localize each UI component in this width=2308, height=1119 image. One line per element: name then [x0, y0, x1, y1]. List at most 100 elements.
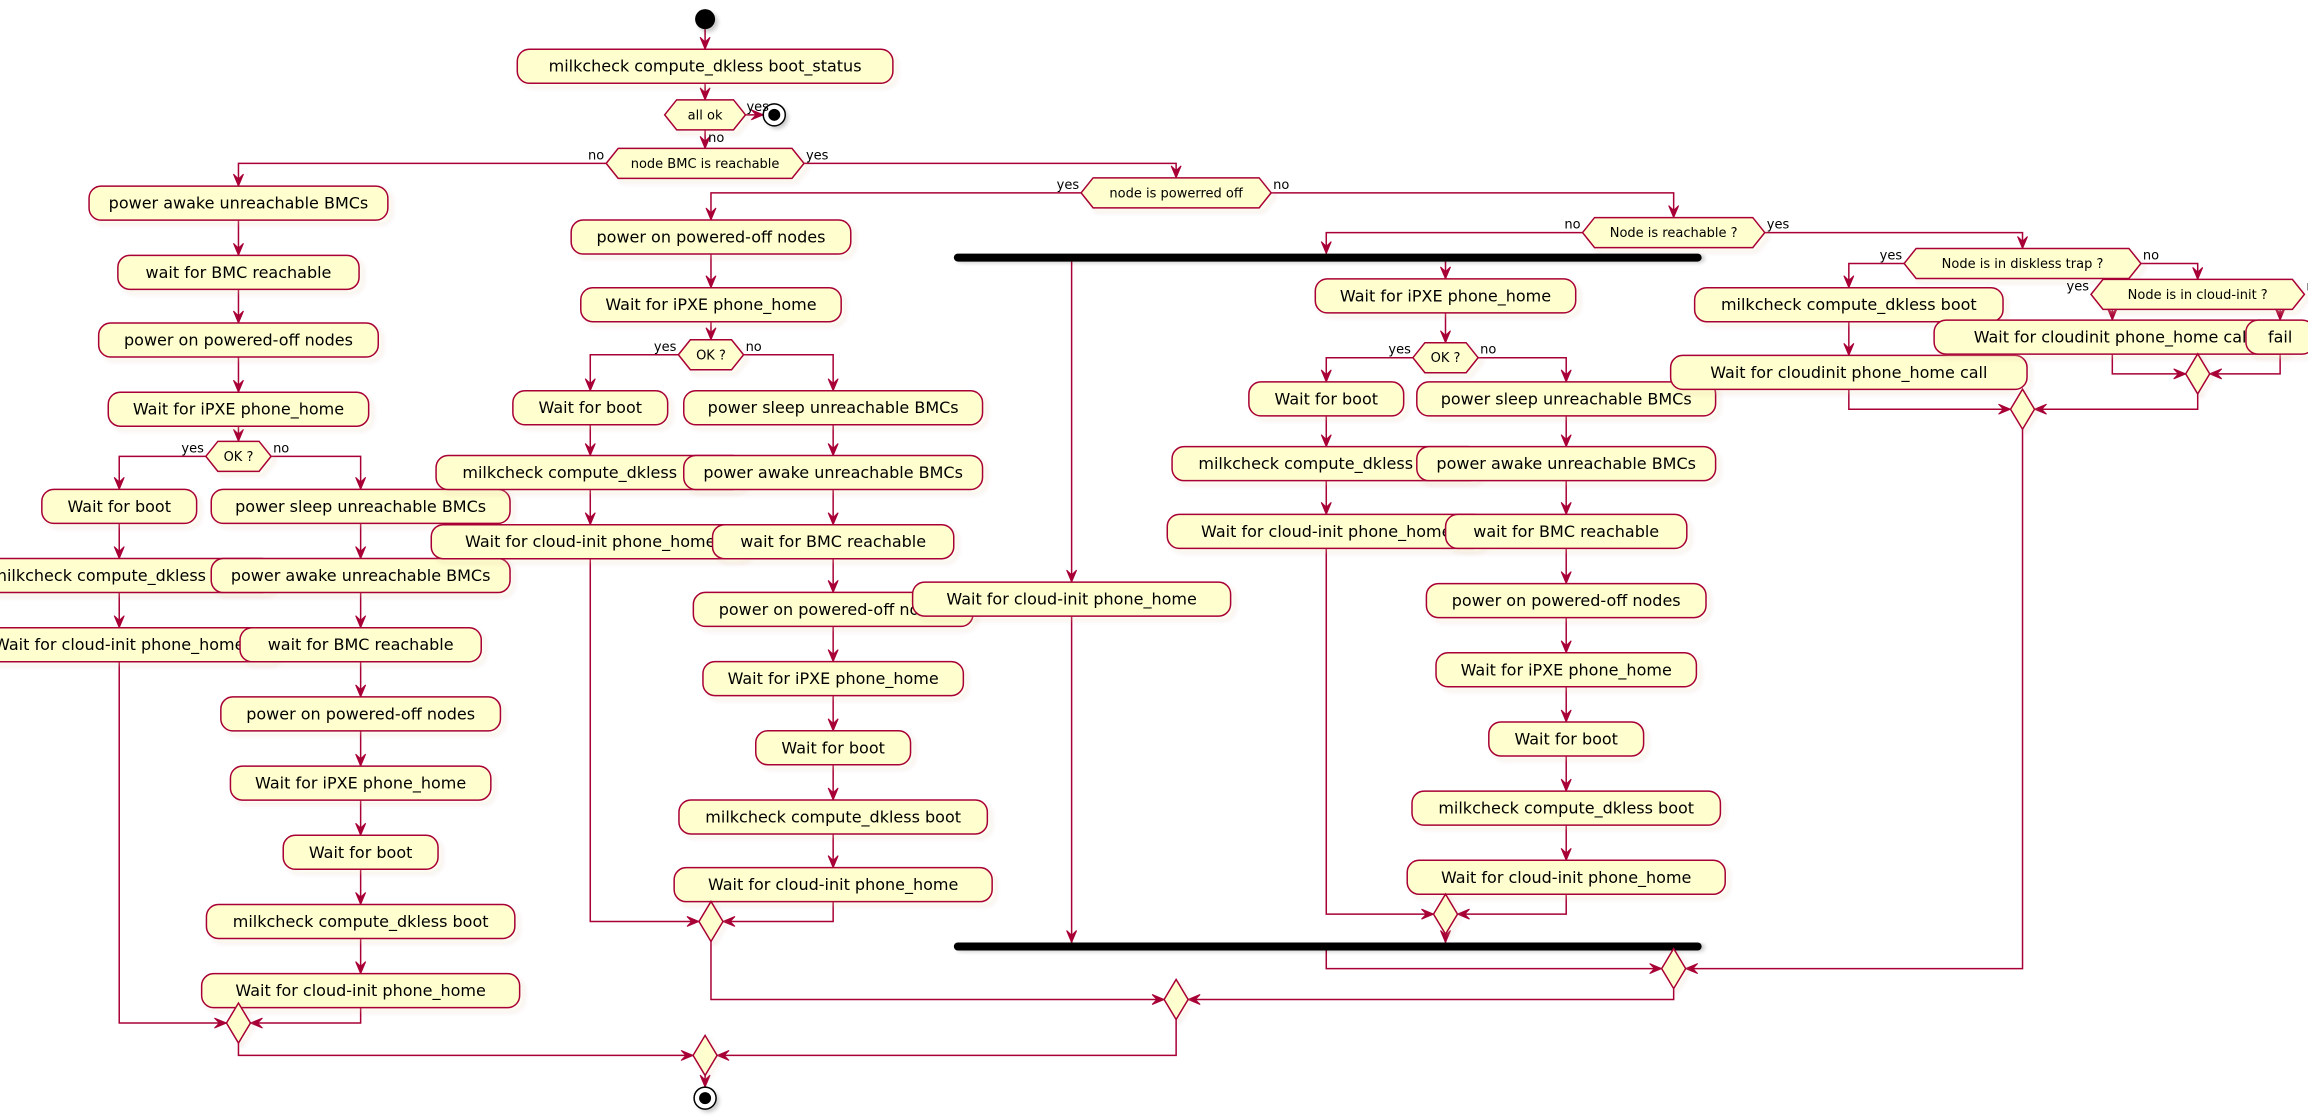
- decision-label: Node is reachable ?: [1610, 226, 1738, 241]
- flow-edge: [355, 730, 367, 768]
- branch-label: yes: [1388, 343, 1411, 358]
- flow-edge: [715, 1019, 1177, 1061]
- branch-label: no: [708, 131, 724, 146]
- fork-bar: [953, 253, 1705, 263]
- flow-edge: [1560, 548, 1572, 585]
- flow-edge: [1320, 356, 1413, 384]
- branch-label: no: [1273, 178, 1289, 193]
- flow-edge: [113, 455, 206, 491]
- decision-label: OK ?: [1431, 351, 1461, 366]
- merge-powered-off: [1163, 978, 1193, 1024]
- all-ok-decision: all ok: [663, 99, 751, 135]
- activity-label: Wait for cloud-init phone_home: [0, 635, 244, 655]
- powered-off-decision: node is powerred off: [1080, 177, 1277, 213]
- merge-final: [692, 1033, 721, 1080]
- activity-label: Wait for iPXE phone_home: [255, 774, 466, 794]
- activity-label: Wait for boot: [781, 738, 885, 757]
- activity-node: power awake unreachable BMCs: [210, 557, 515, 598]
- flow-edge: [827, 833, 839, 869]
- activity-node: power on powered-off nodes: [570, 219, 856, 259]
- activity-node: Wait for boot: [282, 834, 443, 875]
- activity-label: power on powered-off nodes: [597, 227, 826, 246]
- activity-label: milkcheck compute_dkless boot: [233, 912, 489, 932]
- activity-label: Wait for cloud-init phone_home: [235, 981, 485, 1001]
- activity-node: Wait for cloudinit phone_home call: [1933, 319, 2296, 359]
- merge-cloud-init: [2184, 352, 2214, 399]
- activity-label: power on powered-off nodes: [246, 704, 475, 723]
- flow-edge: [1560, 686, 1572, 724]
- branch-label: yes: [1767, 218, 1790, 233]
- activity-node: power sleep unreachable BMCs: [1416, 381, 1721, 421]
- flow-edge: [1560, 480, 1572, 516]
- activity-node: power awake unreachable BMCs: [1416, 445, 1721, 486]
- flow-edge: [118, 661, 228, 1029]
- flow-edge: [233, 357, 244, 394]
- activity-node: wait for BMC reachable: [117, 254, 364, 295]
- flow-edge: [271, 455, 367, 491]
- merge-diskless: [2009, 387, 2039, 434]
- activity-node: Wait for cloud-init phone_home: [1406, 859, 1730, 900]
- activity-node: Wait for cloud-init phone_home: [1166, 513, 1491, 554]
- activity-node: power on powered-off nodes: [97, 322, 384, 362]
- activity-label: wait for BMC reachable: [146, 263, 332, 282]
- activity-diagram: milkcheck compute_dkless boot_statusall …: [0, 9, 2308, 1113]
- activity-node: power on powered-off nodes: [1425, 582, 1711, 623]
- flow-edge: [1440, 261, 1451, 281]
- activity-label: power sleep unreachable BMCs: [708, 398, 959, 417]
- activity-node: Wait for iPXE phone_home: [580, 286, 846, 327]
- branch-label: no: [1564, 218, 1580, 233]
- flow-edge: [355, 523, 367, 560]
- ok-decision: OK ?: [1411, 341, 1484, 378]
- flow-edge: [1560, 617, 1572, 655]
- end-node: [693, 1086, 720, 1113]
- activity-node: Wait for cloud-init phone_home: [673, 866, 997, 907]
- activity-label: Wait for boot: [1514, 729, 1618, 748]
- activity-label: milkcheck compute_dkless boot_status: [549, 57, 862, 77]
- flow-edge: [233, 289, 244, 325]
- activity-node: Wait for iPXE phone_home: [1314, 278, 1581, 318]
- flow-edge: [1560, 825, 1572, 862]
- branch-label: no: [273, 441, 289, 456]
- flow-edge: [355, 869, 367, 906]
- activity-node: power on powered-off nodes: [220, 696, 506, 736]
- activity-label: milkcheck compute_dkless boot: [462, 463, 718, 483]
- activity-node: milkcheck compute_dkless boot: [1411, 790, 1726, 830]
- diskless-trap-decision: Node is in diskless trap ?: [1903, 247, 2146, 284]
- flow-edge: [803, 162, 1182, 180]
- activity-label: Wait for cloud-init phone_home: [708, 875, 958, 895]
- flow-edge: [827, 558, 839, 594]
- flow-edge: [743, 354, 839, 393]
- decision-label: Node is in cloud-init ?: [2128, 288, 2268, 303]
- activity-node: Wait for iPXE phone_home: [229, 765, 496, 805]
- activity-label: power awake unreachable BMCs: [703, 463, 963, 482]
- activity-label: milkcheck compute_dkless boot: [1721, 295, 1977, 315]
- flow-edge: [827, 626, 839, 663]
- flow-edge: [1684, 429, 2024, 975]
- activity-node: power sleep unreachable BMCs: [210, 488, 515, 529]
- boot-status-node: milkcheck compute_dkless boot_status: [516, 48, 898, 88]
- activity-label: Wait for iPXE phone_home: [133, 400, 344, 420]
- flow-edge: [233, 162, 607, 188]
- activity-node: Wait for cloud-init phone_home: [911, 581, 1236, 621]
- bmc-reachable-decision: node BMC is reachable: [605, 147, 809, 184]
- activity-node: milkcheck compute_dkless boot: [205, 903, 520, 944]
- activity-label: power awake unreachable BMCs: [1436, 454, 1696, 473]
- activity-node: Wait for boot: [41, 488, 202, 529]
- flow-edge: [113, 592, 125, 630]
- flow-edge: [1320, 480, 1332, 516]
- flow-edge: [113, 523, 125, 560]
- activity-node: Wait for cloud-init phone_home: [200, 972, 525, 1013]
- activity-label: Wait for cloud-init phone_home: [1201, 522, 1451, 542]
- flow-edge: [1560, 755, 1572, 793]
- shapes-layer: milkcheck compute_dkless boot_statusall …: [0, 9, 2308, 1113]
- decision-label: OK ?: [224, 450, 254, 465]
- flow-edge: [1764, 231, 2028, 250]
- branch-label: yes: [1880, 248, 1903, 263]
- flow-edge: [1843, 321, 1855, 357]
- merge-fork: [1432, 892, 1462, 939]
- flow-edge: [584, 354, 679, 393]
- activity-node: Wait for cloudinit phone_home call: [1669, 354, 2032, 395]
- activity-node: wait for BMC reachable: [711, 523, 959, 564]
- activity-label: Wait for boot: [539, 398, 643, 417]
- activity-node: Wait for boot: [755, 730, 916, 770]
